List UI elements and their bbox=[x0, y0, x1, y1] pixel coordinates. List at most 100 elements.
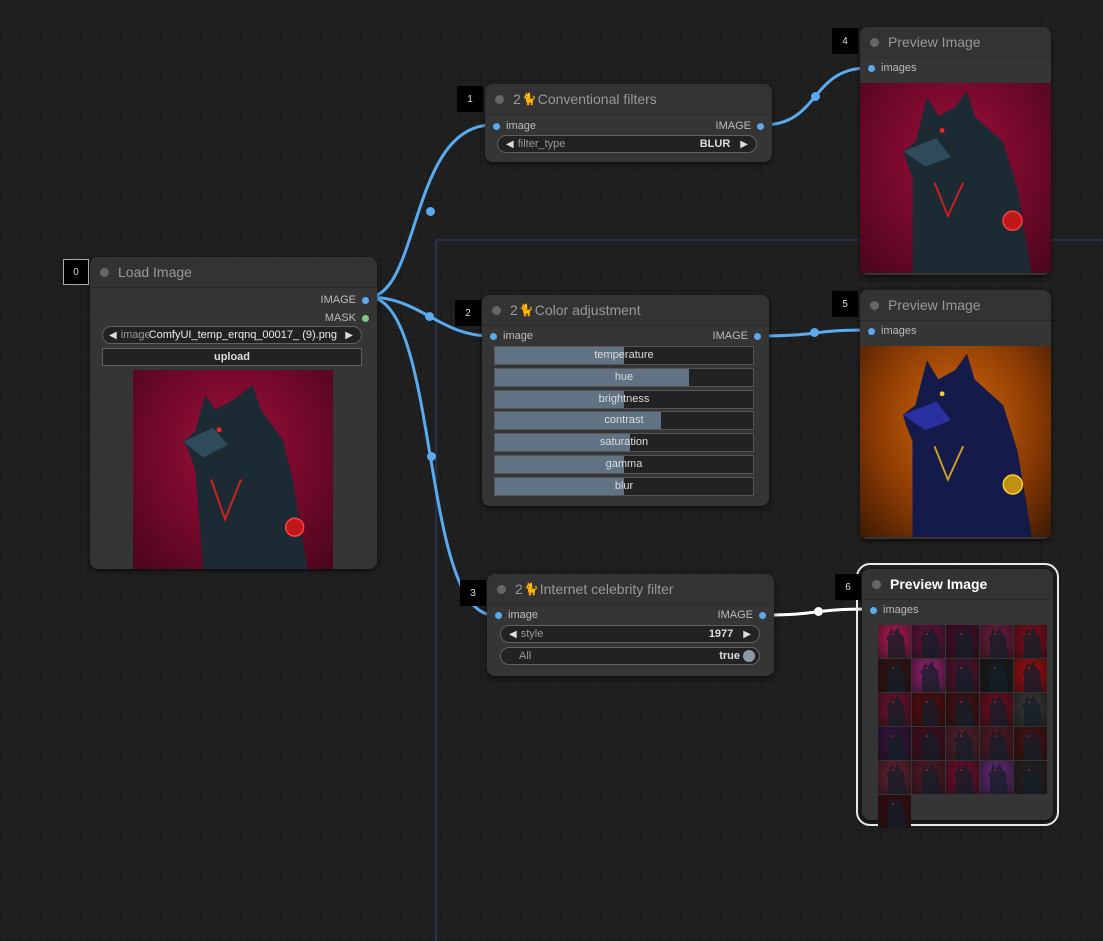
collapse-dot-icon[interactable] bbox=[495, 94, 504, 104]
node-color-adjustment[interactable]: 2 🐈 Color adjustment image IMAGE tempera… bbox=[482, 295, 769, 506]
collapse-dot-icon[interactable] bbox=[497, 584, 506, 594]
thumbnail-image[interactable] bbox=[878, 693, 911, 726]
slider-temperature[interactable]: temperature bbox=[494, 346, 754, 365]
thumbnail-image[interactable] bbox=[912, 693, 945, 726]
node-internet-celebrity-filter[interactable]: 2 🐈 Internet celebrity filter image IMAG… bbox=[487, 574, 774, 676]
thumbnail-image[interactable] bbox=[912, 659, 945, 692]
slot-dot-icon[interactable] bbox=[754, 332, 761, 340]
collapse-dot-icon[interactable] bbox=[870, 300, 879, 310]
output-slot-image[interactable]: IMAGE bbox=[716, 120, 764, 132]
slider-blur[interactable]: blur bbox=[494, 476, 754, 496]
slider-gamma[interactable]: gamma bbox=[494, 455, 754, 474]
thumbnail-image[interactable] bbox=[980, 693, 1013, 726]
thumbnail-image[interactable] bbox=[878, 659, 911, 692]
thumbnail-image[interactable] bbox=[946, 625, 979, 658]
thumbnail-image[interactable] bbox=[1014, 727, 1047, 760]
link-midpoint[interactable] bbox=[426, 451, 436, 461]
node-title-bar[interactable]: 2 🐈 Internet celebrity filter bbox=[487, 574, 774, 605]
node-title-bar[interactable]: Preview Image bbox=[862, 569, 1053, 600]
thumbnail-image[interactable] bbox=[1014, 693, 1047, 726]
slot-dot-icon[interactable] bbox=[490, 332, 497, 340]
slider-brightness[interactable]: brightness bbox=[494, 389, 754, 409]
slot-dot-icon[interactable] bbox=[868, 64, 875, 72]
preview-image[interactable] bbox=[860, 346, 1051, 537]
all-toggle[interactable]: All true bbox=[500, 647, 760, 665]
thumbnail-image[interactable] bbox=[912, 761, 945, 794]
slot-dot-icon[interactable] bbox=[757, 122, 764, 130]
output-slot-image[interactable]: IMAGE bbox=[713, 330, 761, 342]
link-midpoint[interactable] bbox=[424, 311, 434, 321]
collapse-dot-icon[interactable] bbox=[870, 37, 879, 47]
thumbnail-image[interactable] bbox=[878, 761, 911, 794]
arrow-right-icon[interactable]: ▶ bbox=[743, 629, 751, 640]
node-preview-image-5[interactable]: Preview Image images bbox=[860, 290, 1051, 539]
input-slot-images[interactable]: images bbox=[870, 604, 918, 616]
output-slot-image[interactable]: IMAGE bbox=[321, 294, 369, 306]
input-slot-images[interactable]: images bbox=[868, 62, 916, 74]
slot-dot-icon[interactable] bbox=[759, 611, 766, 619]
slot-dot-icon[interactable] bbox=[493, 122, 500, 130]
collapse-dot-icon[interactable] bbox=[492, 305, 501, 315]
slider-contrast[interactable]: contrast bbox=[494, 411, 754, 431]
node-title-bar[interactable]: Preview Image bbox=[860, 27, 1051, 58]
link-midpoint[interactable] bbox=[809, 327, 819, 337]
slot-dot-icon[interactable] bbox=[870, 606, 877, 614]
node-preview-image-6[interactable]: Preview Image images bbox=[856, 563, 1059, 828]
thumbnail-image[interactable] bbox=[878, 795, 911, 828]
arrow-left-icon[interactable]: ◀ bbox=[109, 330, 117, 341]
style-combo[interactable]: ◀ style 1977 ▶ bbox=[500, 625, 760, 643]
input-slot-image[interactable]: image bbox=[493, 120, 536, 132]
node-title-bar[interactable]: 2 🐈 Conventional filters bbox=[485, 84, 772, 115]
node-title-bar[interactable]: Load Image bbox=[90, 257, 377, 288]
node-title-bar[interactable]: 2 🐈 Color adjustment bbox=[482, 295, 769, 326]
node-load-image[interactable]: Load Image IMAGE MASK ◀ image ComfyUI_te… bbox=[90, 257, 377, 569]
thumbnail-image[interactable] bbox=[878, 625, 911, 658]
thumbnail-image[interactable] bbox=[980, 761, 1013, 794]
link-midpoint[interactable] bbox=[813, 606, 823, 616]
thumbnail-image[interactable] bbox=[1014, 761, 1047, 794]
input-slot-image[interactable]: image bbox=[495, 609, 538, 621]
thumbnail-grid bbox=[878, 625, 1048, 829]
upload-button[interactable]: upload bbox=[102, 348, 362, 366]
slot-dot-icon[interactable] bbox=[362, 314, 369, 322]
arrow-right-icon[interactable]: ▶ bbox=[345, 330, 353, 341]
slot-dot-icon[interactable] bbox=[362, 296, 369, 304]
preview-image[interactable] bbox=[860, 83, 1051, 273]
thumbnail-image[interactable] bbox=[946, 659, 979, 692]
slot-dot-icon[interactable] bbox=[868, 327, 875, 335]
wolf-thumbnail-icon bbox=[954, 695, 974, 726]
thumbnail-image[interactable] bbox=[946, 693, 979, 726]
thumbnail-image[interactable] bbox=[912, 625, 945, 658]
thumbnail-image[interactable] bbox=[1014, 659, 1047, 692]
thumbnail-image[interactable] bbox=[946, 727, 979, 760]
link-midpoint[interactable] bbox=[425, 206, 435, 216]
slider-label: hue bbox=[614, 370, 634, 383]
arrow-right-icon[interactable]: ▶ bbox=[740, 139, 748, 150]
image-combo-widget[interactable]: ◀ image ComfyUI_temp_erqnq_00017_ (9).pn… bbox=[102, 326, 362, 344]
input-slot-image[interactable]: image bbox=[490, 330, 533, 342]
slider-hue[interactable]: hue bbox=[494, 367, 754, 387]
filter-type-combo[interactable]: ◀ filter_type BLUR ▶ bbox=[497, 135, 757, 153]
link-midpoint[interactable] bbox=[810, 91, 820, 101]
node-preview-image-4[interactable]: Preview Image images bbox=[860, 27, 1051, 275]
collapse-dot-icon[interactable] bbox=[100, 267, 109, 277]
thumbnail-image[interactable] bbox=[878, 727, 911, 760]
thumbnail-image[interactable] bbox=[980, 727, 1013, 760]
thumbnail-image[interactable] bbox=[980, 625, 1013, 658]
thumbnail-image[interactable] bbox=[980, 659, 1013, 692]
thumbnail-image[interactable] bbox=[912, 727, 945, 760]
output-slot-image[interactable]: IMAGE bbox=[718, 609, 766, 621]
thumbnail-image[interactable] bbox=[946, 761, 979, 794]
slot-dot-icon[interactable] bbox=[495, 611, 502, 619]
node-conventional-filters[interactable]: 2 🐈 Conventional filters image IMAGE ◀ f… bbox=[485, 84, 772, 162]
collapse-dot-icon[interactable] bbox=[872, 579, 881, 589]
output-slot-mask[interactable]: MASK bbox=[325, 312, 369, 324]
arrow-left-icon[interactable]: ◀ bbox=[509, 629, 517, 640]
node-title-bar[interactable]: Preview Image bbox=[860, 290, 1051, 321]
arrow-left-icon[interactable]: ◀ bbox=[506, 139, 514, 150]
slider-saturation[interactable]: saturation bbox=[494, 433, 754, 453]
thumbnail-image[interactable] bbox=[1014, 625, 1047, 658]
toggle-knob-icon[interactable] bbox=[743, 650, 755, 662]
input-slot-images[interactable]: images bbox=[868, 325, 916, 337]
slot-label: IMAGE bbox=[712, 330, 748, 342]
